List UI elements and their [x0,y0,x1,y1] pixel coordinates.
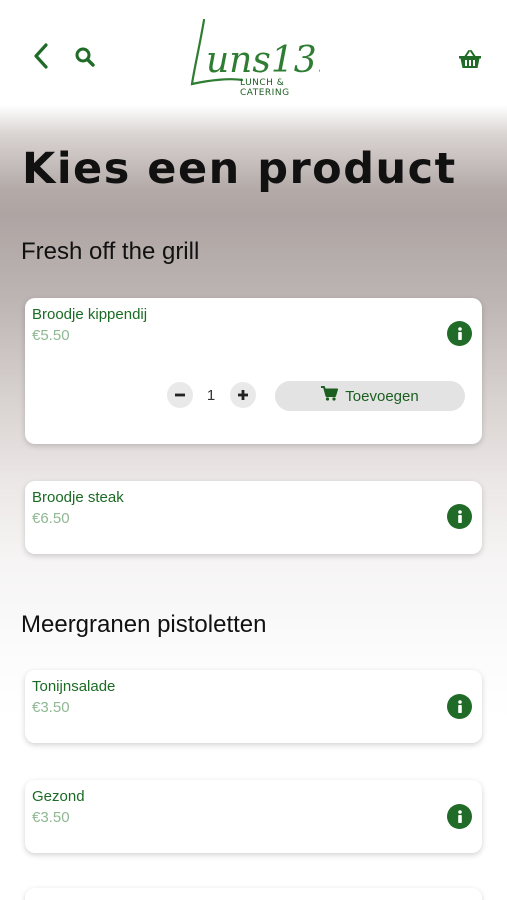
product-price: €5.50 [32,327,70,344]
product-card-partial[interactable] [25,888,482,900]
add-to-cart-button[interactable]: Toevoegen [275,381,465,411]
product-name: Broodje steak [32,489,124,506]
page-title: Kies een product [22,144,457,194]
cart-icon [321,386,339,406]
product-price: €6.50 [32,510,70,527]
add-to-cart-label: Toevoegen [345,387,419,405]
svg-text:uns131: uns131 [206,40,320,81]
info-icon[interactable] [447,504,472,529]
app-header: uns131 LUNCH & CATERING [0,0,507,110]
product-name: Tonijnsalade [32,678,116,695]
quantity-value: 1 [206,387,216,404]
section-title-grill: Fresh off the grill [21,238,200,265]
product-price: €3.50 [32,699,70,716]
product-card-steak[interactable]: Broodje steak €6.50 [25,481,482,554]
product-card-tonijnsalade[interactable]: Tonijnsalade €3.50 [25,670,482,743]
product-name: Broodje kippendij [32,306,148,323]
logo-subtitle: LUNCH & CATERING [240,78,290,98]
basket-icon[interactable] [454,44,486,74]
section-title-pistoletten: Meergranen pistoletten [21,611,267,638]
product-card-kippendij[interactable]: Broodje kippendij €5.50 1 Toevoegen [25,298,482,444]
info-icon[interactable] [447,321,472,346]
product-name: Gezond [32,788,85,805]
search-icon[interactable] [70,42,100,72]
quantity-increase-button[interactable] [230,382,256,408]
info-icon[interactable] [447,694,472,719]
back-icon[interactable] [26,40,56,72]
info-icon[interactable] [447,804,472,829]
product-card-gezond[interactable]: Gezond €3.50 [25,780,482,853]
product-price: €3.50 [32,809,70,826]
brand-logo[interactable]: uns131 LUNCH & CATERING [180,14,320,100]
quantity-decrease-button[interactable] [167,382,193,408]
